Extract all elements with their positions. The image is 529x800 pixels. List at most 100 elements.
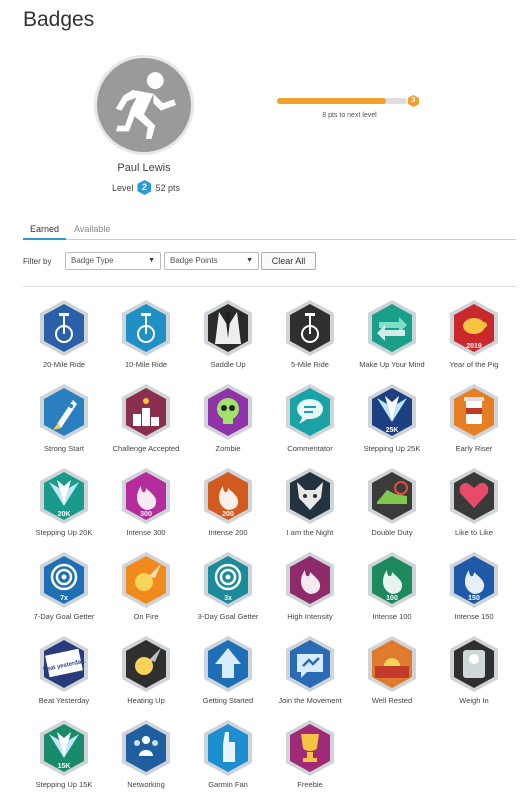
badge-label: Networking [127, 780, 165, 789]
coffee-icon [450, 384, 498, 440]
badge-item[interactable]: Challenge Accepted [105, 382, 187, 453]
badge-emblem-text: 2019 [466, 343, 482, 350]
badge-item[interactable]: 3x 3-Day Goal Getter [187, 550, 269, 621]
flame-icon: 300 [122, 468, 170, 524]
badge-item[interactable]: Commentator [269, 382, 351, 453]
badge-label: Intense 200 [208, 528, 248, 537]
flame-icon: 100 [368, 552, 416, 608]
podium-icon [122, 384, 170, 440]
tab-earned[interactable]: Earned [23, 222, 67, 240]
level-progress-fill [277, 98, 387, 104]
badge-label: Weigh In [459, 696, 489, 705]
badge-item[interactable]: 20K Stepping Up 20K [23, 466, 105, 537]
beat-yesterday-icon: beat yesterday. [40, 636, 88, 692]
badge-item[interactable]: High Intensity [269, 550, 351, 621]
badge-label: I am the Night [286, 528, 334, 537]
badge-item[interactable]: beat yesterday. Beat Yesterday [23, 634, 105, 705]
badge-item[interactable]: Heating Up [105, 634, 187, 705]
heart-icon [450, 468, 498, 524]
badge-label: Make Up Your Mind [359, 360, 425, 369]
badge-item[interactable]: I am the Night [269, 466, 351, 537]
badge-label: Stepping Up 15K [35, 780, 93, 789]
badge-item[interactable]: Getting Started [187, 634, 269, 705]
badge-label: Heating Up [127, 696, 165, 705]
badge-label: 10-Mile Ride [124, 360, 168, 369]
arrow-up-icon [204, 636, 252, 692]
badge-item[interactable]: 25K Stepping Up 25K [351, 382, 433, 453]
flame-icon [286, 552, 334, 608]
rocket-icon [40, 384, 88, 440]
badge-item[interactable]: Well Rested [351, 634, 433, 705]
caret-down-icon: ▼ [246, 257, 253, 264]
foam-finger-icon [204, 720, 252, 776]
badge-item[interactable]: Freebie [269, 718, 351, 789]
badge-emblem-text: 25K [386, 427, 399, 434]
speech-bubble-icon [286, 384, 334, 440]
badge-item[interactable]: Strong Start [23, 382, 105, 453]
badge-label: Like to Like [455, 528, 493, 537]
level-badge: 2 [137, 180, 152, 195]
avatar[interactable] [94, 55, 194, 155]
badge-item[interactable]: Early Riser [433, 382, 515, 453]
clear-all-button[interactable]: Clear All [261, 252, 316, 270]
filter-label: Filter by [23, 257, 52, 266]
badge-item[interactable]: 300 Intense 300 [105, 466, 187, 537]
badge-item[interactable]: Weigh In [433, 634, 515, 705]
badge-emblem-text: 20K [58, 511, 71, 518]
badge-item[interactable]: Join the Movement [269, 634, 351, 705]
badge-item[interactable]: Saddle Up [187, 298, 269, 369]
skull-icon [204, 384, 252, 440]
badge-item[interactable]: 2019 Year of the Pig [433, 298, 515, 369]
badge-item[interactable]: Like to Like [433, 466, 515, 537]
badge-type-value: Badge Type [71, 256, 114, 265]
pig-icon: 2019 [450, 300, 498, 356]
badge-item[interactable]: Double Duty [351, 466, 433, 537]
badge-emblem-text: 3x [224, 595, 232, 602]
badge-points-select[interactable]: Badge Points ▼ [164, 252, 259, 270]
badge-item[interactable]: 20-Mile Ride [23, 298, 105, 369]
badge-label: Year of the Pig [449, 360, 499, 369]
badge-item[interactable]: Zombie [187, 382, 269, 453]
wings-icon: 15K [40, 720, 88, 776]
badge-item[interactable]: 7x 7-Day Goal Getter [23, 550, 105, 621]
badge-label: Challenge Accepted [112, 444, 180, 453]
badge-type-select[interactable]: Badge Type ▼ [65, 252, 161, 270]
trophy-icon [286, 720, 334, 776]
badge-item[interactable]: 150 Intense 150 [433, 550, 515, 621]
badge-item[interactable]: Garmin Fan [187, 718, 269, 789]
badge-label: Getting Started [202, 696, 254, 705]
badge-label: 7-Day Goal Getter [33, 612, 95, 621]
badge-label: Intense 150 [454, 612, 494, 621]
badge-item[interactable]: Networking [105, 718, 187, 789]
next-level-badge: 3 [408, 95, 419, 107]
badge-item[interactable]: 15K Stepping Up 15K [23, 718, 105, 789]
badge-emblem-text: 150 [468, 595, 480, 602]
badge-item[interactable]: 5-Mile Ride [269, 298, 351, 369]
badge-label: Strong Start [43, 444, 85, 453]
badge-label: Beat Yesterday [38, 696, 90, 705]
badge-item[interactable]: 10-Mile Ride [105, 298, 187, 369]
badge-item[interactable]: Make Up Your Mind [351, 298, 433, 369]
badge-emblem-text: 7x [60, 595, 68, 602]
tuxedo-icon [204, 300, 252, 356]
points-to-next-level: 8 pts to next level [322, 112, 377, 119]
badge-label: 5-Mile Ride [291, 360, 329, 369]
badge-emblem-text: 200 [222, 511, 234, 518]
badge-item[interactable]: On Fire [105, 550, 187, 621]
badge-item[interactable]: 200 Intense 200 [187, 466, 269, 537]
flame-icon: 200 [204, 468, 252, 524]
level-progress-bar [277, 98, 407, 104]
badge-item[interactable]: 100 Intense 100 [351, 550, 433, 621]
runner-icon [115, 72, 176, 139]
badge-emblem-text: 100 [386, 595, 398, 602]
badge-label: Intense 300 [126, 528, 166, 537]
badge-emblem-text: 300 [140, 511, 152, 518]
badge-label: Early Riser [455, 444, 493, 453]
unicycle-icon [40, 300, 88, 356]
badge-label: Freebie [297, 780, 323, 789]
flame-icon: 150 [450, 552, 498, 608]
badge-label: Saddle Up [210, 360, 246, 369]
target-icon: 3x [204, 552, 252, 608]
badge-label: 3-Day Goal Getter [197, 612, 259, 621]
tab-available[interactable]: Available [67, 222, 117, 238]
